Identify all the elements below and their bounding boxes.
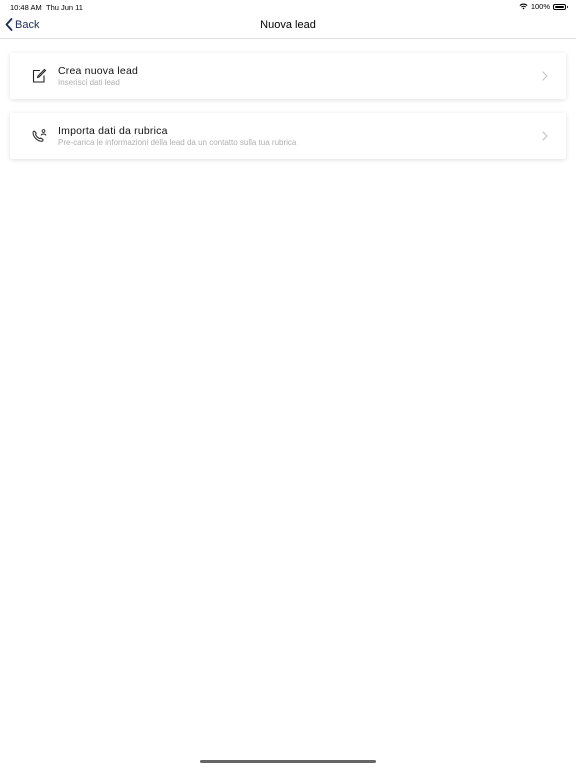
- status-bar: 10:48 AM Thu Jun 11 100%: [0, 0, 576, 14]
- option-subtitle: Pre-carica le informazioni della lead da…: [58, 138, 297, 147]
- option-title: Crea nuova lead: [58, 65, 139, 77]
- battery-icon: [553, 3, 568, 10]
- chevron-right-icon: [542, 71, 548, 81]
- status-date: Thu Jun 11: [46, 3, 83, 12]
- wifi-icon: [519, 3, 528, 10]
- phone-contact-icon: [32, 129, 47, 142]
- chevron-right-icon: [542, 131, 548, 141]
- option-subtitle: Inserisci dati lead: [58, 78, 120, 87]
- page-title: Nuova lead: [260, 19, 316, 31]
- navigation-bar: Back Nuova lead: [0, 14, 576, 39]
- battery-percent: 100%: [530, 2, 550, 11]
- import-contacts-option[interactable]: Importa dati da rubrica Pre-carica le in…: [10, 113, 566, 159]
- home-indicator[interactable]: [200, 760, 376, 763]
- status-time: 10:48 AM: [10, 3, 42, 12]
- option-title: Importa dati da rubrica: [58, 125, 168, 137]
- edit-icon: [32, 68, 47, 83]
- create-lead-option[interactable]: Crea nuova lead Inserisci dati lead: [10, 53, 566, 99]
- status-indicators: 100%: [519, 2, 568, 11]
